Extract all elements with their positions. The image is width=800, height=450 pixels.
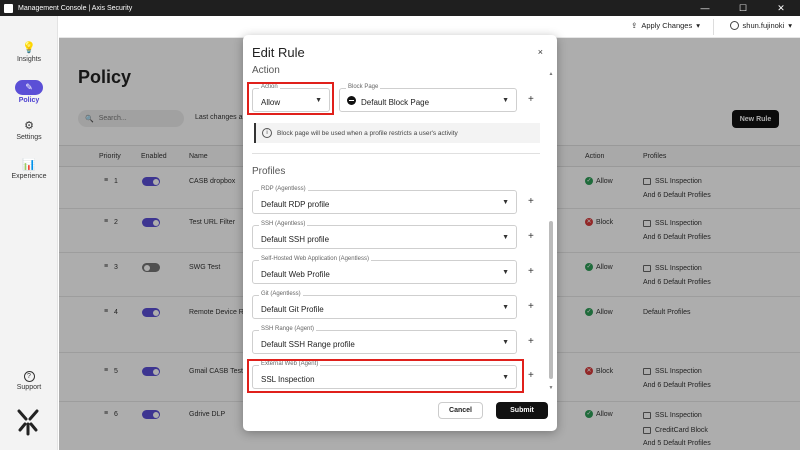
- sidebar-item-experience[interactable]: 📊 Experience: [0, 159, 58, 180]
- close-window-button[interactable]: ✕: [762, 0, 800, 16]
- sidebar-item-label: Insights: [16, 56, 42, 63]
- dialog-title: Edit Rule: [252, 45, 305, 60]
- maximize-button[interactable]: ☐: [724, 0, 762, 16]
- sidebar-item-label: Experience: [11, 173, 47, 180]
- caret-down-icon: ▼: [502, 269, 509, 276]
- cancel-button[interactable]: Cancel: [438, 402, 483, 419]
- field-value: Default Web Profile: [261, 270, 330, 279]
- window-title-bar: Management Console | Axis Security — ☐ ✕: [0, 0, 800, 16]
- chevron-down-icon: ▾: [696, 21, 700, 30]
- field-label: RDP (Agentless): [259, 186, 308, 192]
- block-icon: [347, 96, 356, 105]
- profiles-section-title: Profiles: [252, 166, 286, 177]
- app-icon: [4, 3, 13, 13]
- ssh-profile-select[interactable]: SSH (Agentless) Default SSH profile ▼: [252, 221, 517, 249]
- upload-icon: ⇪: [631, 21, 638, 30]
- add-profile-button[interactable]: +: [528, 196, 534, 207]
- field-label: Git (Agentless): [259, 291, 303, 297]
- minimize-button[interactable]: —: [686, 0, 724, 16]
- web-app-profile-select[interactable]: Self-Hosted Web Application (Agentless) …: [252, 256, 517, 284]
- scroll-thumb[interactable]: [549, 221, 553, 379]
- field-value: Default SSH profile: [261, 235, 330, 244]
- highlight-box: [247, 82, 334, 115]
- user-name: shun.fujinoki: [742, 21, 785, 30]
- apply-changes-label: Apply Changes: [641, 21, 693, 30]
- dialog-scrollbar[interactable]: ▲ ▼: [548, 71, 554, 393]
- close-icon[interactable]: ×: [538, 47, 543, 57]
- caret-down-icon: ▼: [502, 304, 509, 311]
- sidebar-item-label: Support: [16, 384, 42, 391]
- highlight-box: [247, 359, 524, 393]
- user-icon: [729, 21, 739, 30]
- add-profile-button[interactable]: +: [528, 266, 534, 277]
- add-profile-button[interactable]: +: [528, 370, 534, 381]
- scroll-down-icon[interactable]: ▼: [548, 385, 554, 391]
- caret-down-icon: ▼: [502, 339, 509, 346]
- sidebar-item-label: Policy: [18, 97, 40, 104]
- divider: [252, 153, 540, 154]
- sidebar-item-support[interactable]: ? Support: [0, 371, 58, 391]
- apply-changes-button[interactable]: ⇪ Apply Changes ▾: [631, 21, 700, 30]
- add-profile-button[interactable]: +: [528, 301, 534, 312]
- bar-chart-icon: 📊: [22, 159, 36, 171]
- field-value: Default Git Profile: [261, 305, 324, 314]
- axis-logo: [17, 409, 39, 436]
- field-value: Default RDP profile: [261, 200, 330, 209]
- block-page-value: Default Block Page: [361, 98, 430, 107]
- add-profile-button[interactable]: +: [528, 231, 534, 242]
- block-page-select[interactable]: Block Page Default Block Page ▼: [339, 84, 517, 112]
- scroll-up-icon[interactable]: ▲: [548, 71, 554, 77]
- dialog-footer: Cancel Submit: [243, 393, 557, 431]
- edit-rule-dialog: Edit Rule × Action Action Allow ▼ Block …: [243, 35, 557, 431]
- field-value: Default SSH Range profile: [261, 340, 355, 349]
- submit-button[interactable]: Submit: [496, 402, 548, 419]
- field-label: Self-Hosted Web Application (Agentless): [259, 256, 371, 262]
- add-profile-button[interactable]: +: [528, 336, 534, 347]
- action-section-title: Action: [252, 65, 280, 76]
- block-page-label: Block Page: [346, 84, 381, 90]
- sidebar-item-label: Settings: [16, 134, 42, 141]
- caret-down-icon: ▼: [502, 199, 509, 206]
- git-profile-select[interactable]: Git (Agentless) Default Git Profile ▼: [252, 291, 517, 319]
- ssh-range-profile-select[interactable]: SSH Range (Agent) Default SSH Range prof…: [252, 326, 517, 354]
- help-icon: ?: [23, 371, 35, 382]
- info-text: Block page will be used when a profile r…: [277, 129, 458, 137]
- caret-down-icon: ▼: [502, 97, 509, 104]
- window-title: Management Console | Axis Security: [18, 4, 133, 12]
- dialog-body[interactable]: Action Action Allow ▼ Block Page Default…: [243, 63, 557, 393]
- rdp-profile-select[interactable]: RDP (Agentless) Default RDP profile ▼: [252, 186, 517, 214]
- info-icon: i: [262, 128, 272, 138]
- gear-icon: ⚙: [24, 120, 34, 132]
- chevron-down-icon: ▾: [788, 21, 792, 30]
- sidebar: 💡 Insights ✎ Policy ⚙ Settings 📊 Experie…: [0, 16, 58, 450]
- sidebar-item-policy[interactable]: ✎ Policy: [0, 80, 58, 104]
- add-block-page-button[interactable]: +: [528, 94, 534, 105]
- header-divider: [713, 19, 714, 35]
- lightbulb-icon: 💡: [22, 42, 36, 54]
- caret-down-icon: ▼: [502, 234, 509, 241]
- user-menu[interactable]: shun.fujinoki ▾: [729, 21, 792, 30]
- field-label: SSH Range (Agent): [259, 326, 317, 332]
- field-label: SSH (Agentless): [259, 221, 308, 227]
- sidebar-item-insights[interactable]: 💡 Insights: [0, 42, 58, 63]
- info-banner: i Block page will be used when a profile…: [254, 123, 540, 143]
- sidebar-item-settings[interactable]: ⚙ Settings: [0, 120, 58, 141]
- policy-icon: ✎: [15, 80, 43, 95]
